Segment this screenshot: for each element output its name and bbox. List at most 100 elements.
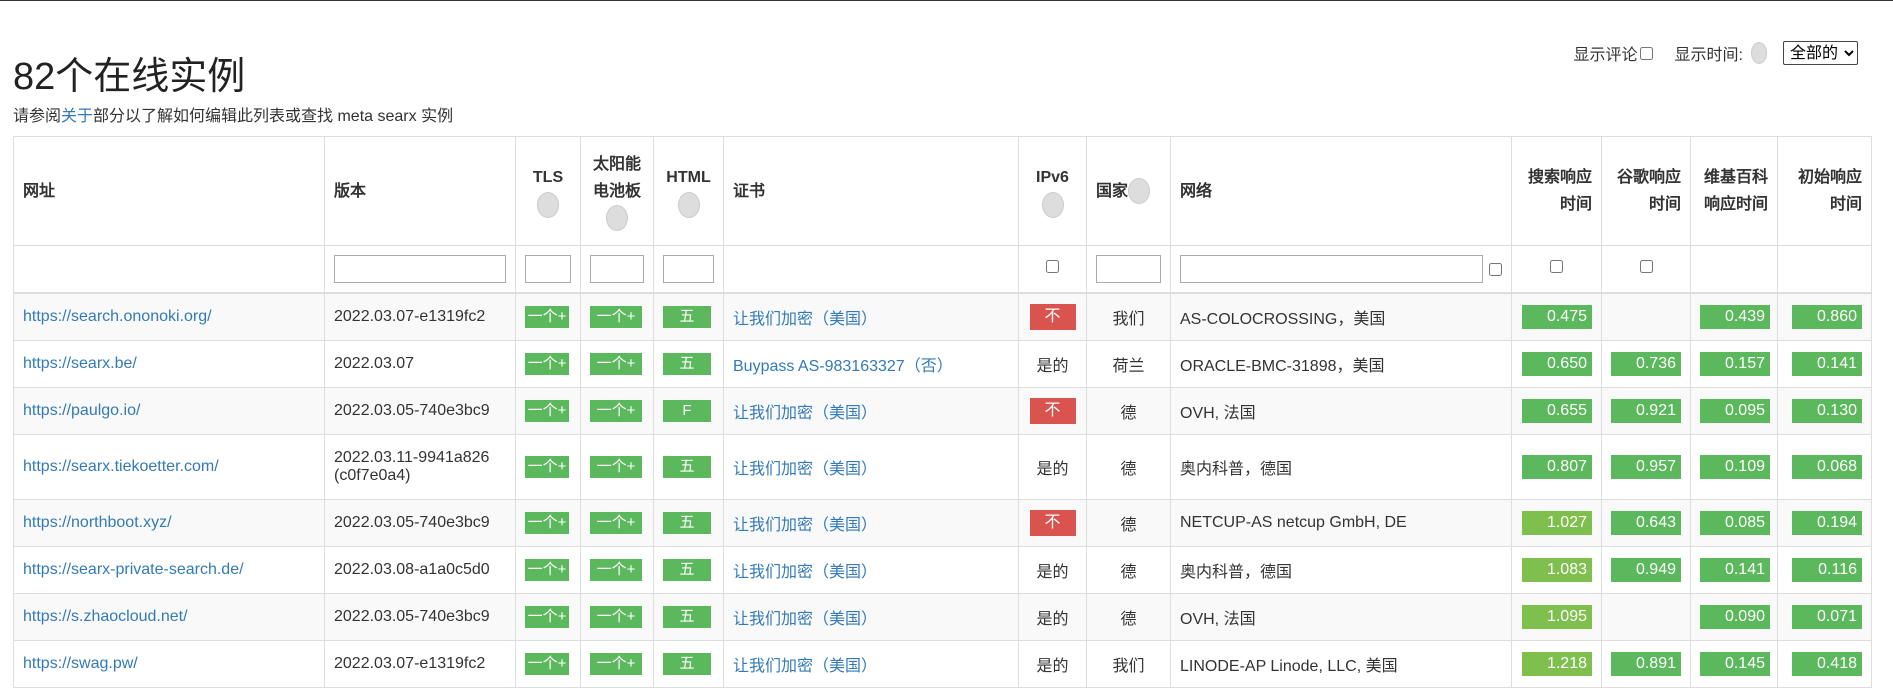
search-time-badge: 0.807 <box>1522 455 1592 479</box>
search-time-cell: 1.083 <box>1511 546 1602 594</box>
network-cell: NETCUP-AS netcup GmbH, DE <box>1170 499 1512 547</box>
col-url[interactable]: 网址 <box>13 136 325 246</box>
col-version[interactable]: 版本 <box>324 136 516 246</box>
google-time-cell <box>1601 292 1691 341</box>
tls-grade-badge[interactable]: 一个+ <box>525 456 569 478</box>
filter-google-checkbox[interactable] <box>1639 260 1653 273</box>
ipv6-cell: 不 <box>1018 292 1087 341</box>
filter-ipv6-checkbox[interactable] <box>1046 260 1059 273</box>
wiki-time-badge: 0.109 <box>1700 455 1770 479</box>
cert-link[interactable]: 让我们加密（美国） <box>733 658 877 675</box>
solar-grade-badge[interactable]: 一个+ <box>590 456 642 478</box>
instance-link[interactable]: https://swag.pw/ <box>23 655 138 672</box>
help-icon[interactable] <box>1751 42 1767 64</box>
cert-link[interactable]: 让我们加密（美国） <box>733 311 877 328</box>
country-help-icon[interactable] <box>1128 178 1151 205</box>
wiki-time-badge: 0.090 <box>1700 605 1770 629</box>
col-country[interactable]: 国家 <box>1086 136 1171 246</box>
tls-grade-badge[interactable]: 一个+ <box>525 653 569 675</box>
ipv6-help-icon[interactable] <box>1041 191 1064 218</box>
instance-link[interactable]: https://searx.tiekoetter.com/ <box>23 458 219 475</box>
col-tls[interactable]: TLS <box>515 136 581 246</box>
filter-network-input[interactable] <box>1180 255 1483 283</box>
about-link[interactable]: 关于 <box>61 108 93 125</box>
solar-grade-badge[interactable]: 一个+ <box>590 559 642 581</box>
cert-link[interactable]: 让我们加密（美国） <box>733 611 877 628</box>
instances-table: 网址 版本 TLS 太阳能电池板 HTML 证书 IPv6 国家 网络 搜索响应… <box>13 136 1872 688</box>
col-google-rt[interactable]: 谷歌响应时间 <box>1601 136 1691 246</box>
wiki-time-badge: 0.145 <box>1700 652 1770 676</box>
filter-html-input[interactable] <box>663 255 714 283</box>
col-wiki-rt[interactable]: 维基百科响应时间 <box>1690 136 1778 246</box>
instance-link[interactable]: https://searx-private-search.de/ <box>23 561 244 578</box>
cert-link[interactable]: 让我们加密（美国） <box>733 564 877 581</box>
google-time-cell: 0.921 <box>1601 387 1691 435</box>
url-cell: https://searx.be/ <box>13 340 325 388</box>
tls-help-icon[interactable] <box>537 191 559 218</box>
wiki-time-badge: 0.157 <box>1700 352 1770 376</box>
initial-time-badge: 0.141 <box>1792 352 1862 376</box>
tls-grade-badge[interactable]: 一个+ <box>525 606 569 628</box>
page-title: 82个在线实例 <box>13 56 246 98</box>
html-grade-badge[interactable]: 五 <box>663 512 711 534</box>
solar-grade-badge[interactable]: 一个+ <box>590 512 642 534</box>
instance-link[interactable]: https://search.ononoki.org/ <box>23 308 212 325</box>
cert-cell: 让我们加密（美国） <box>723 292 1019 341</box>
col-cert[interactable]: 证书 <box>723 136 1019 246</box>
filter-tls-cell <box>515 245 581 294</box>
filter-solar-cell <box>580 245 654 294</box>
solar-grade-badge[interactable]: 一个+ <box>590 353 642 375</box>
html-cell: 五 <box>653 593 724 641</box>
filter-tls-input[interactable] <box>525 255 571 283</box>
instance-link[interactable]: https://paulgo.io/ <box>23 402 140 419</box>
google-time-cell: 0.736 <box>1601 340 1691 388</box>
tls-grade-badge[interactable]: 一个+ <box>525 512 569 534</box>
col-initial-rt[interactable]: 初始响应时间 <box>1777 136 1872 246</box>
time-select[interactable]: 全部的 <box>1783 41 1858 65</box>
solar-grade-badge[interactable]: 一个+ <box>590 606 642 628</box>
cert-link[interactable]: 让我们加密（美国） <box>733 461 877 478</box>
tls-grade-badge[interactable]: 一个+ <box>525 353 569 375</box>
filter-country-input[interactable] <box>1096 255 1161 283</box>
col-solar[interactable]: 太阳能电池板 <box>580 136 654 246</box>
col-search-rt[interactable]: 搜索响应时间 <box>1511 136 1602 246</box>
filter-ipv6-cell <box>1018 245 1087 294</box>
show-comments-toggle[interactable]: 显示评论 <box>1574 41 1653 65</box>
col-solar-label: 太阳能电池板 <box>592 155 641 200</box>
html-grade-badge[interactable]: 五 <box>663 653 711 675</box>
show-comments-checkbox[interactable] <box>1639 46 1653 60</box>
filter-network-checkbox[interactable] <box>1489 262 1502 276</box>
tls-grade-badge[interactable]: 一个+ <box>525 400 569 422</box>
html-help-icon[interactable] <box>677 191 700 218</box>
instance-link[interactable]: https://northboot.xyz/ <box>23 514 172 531</box>
solar-grade-badge[interactable]: 一个+ <box>590 306 642 328</box>
wiki-time-badge: 0.095 <box>1700 399 1770 423</box>
cert-link[interactable]: 让我们加密（美国） <box>733 517 877 534</box>
show-comments-label: 显示评论 <box>1573 47 1638 64</box>
col-ipv6[interactable]: IPv6 <box>1018 136 1087 246</box>
instance-link[interactable]: https://s.zhaocloud.net/ <box>23 608 188 625</box>
wiki-time-cell: 0.145 <box>1690 640 1778 688</box>
html-grade-badge[interactable]: F <box>663 400 711 422</box>
filter-html-cell <box>653 245 724 294</box>
solar-grade-badge[interactable]: 一个+ <box>590 400 642 422</box>
version-cell: 2022.03.05-740e3bc9 <box>324 593 516 641</box>
instance-link[interactable]: https://searx.be/ <box>23 355 137 372</box>
tls-grade-badge[interactable]: 一个+ <box>525 306 569 328</box>
html-grade-badge[interactable]: 五 <box>663 353 711 375</box>
filter-solar-input[interactable] <box>590 255 644 283</box>
col-network[interactable]: 网络 <box>1170 136 1512 246</box>
cert-link[interactable]: 让我们加密（美国） <box>733 405 877 422</box>
html-grade-badge[interactable]: 五 <box>663 306 711 328</box>
solar-help-icon[interactable] <box>606 205 628 232</box>
html-grade-badge[interactable]: 五 <box>663 559 711 581</box>
filter-search-checkbox[interactable] <box>1550 260 1563 273</box>
html-grade-badge[interactable]: 五 <box>663 456 711 478</box>
solar-cell: 一个+ <box>580 340 654 388</box>
solar-grade-badge[interactable]: 一个+ <box>590 653 642 675</box>
tls-grade-badge[interactable]: 一个+ <box>525 559 569 581</box>
filter-version-input[interactable] <box>334 255 506 283</box>
html-grade-badge[interactable]: 五 <box>663 606 711 628</box>
cert-link[interactable]: Buypass AS-983163327（否） <box>733 358 953 375</box>
col-html[interactable]: HTML <box>653 136 724 246</box>
